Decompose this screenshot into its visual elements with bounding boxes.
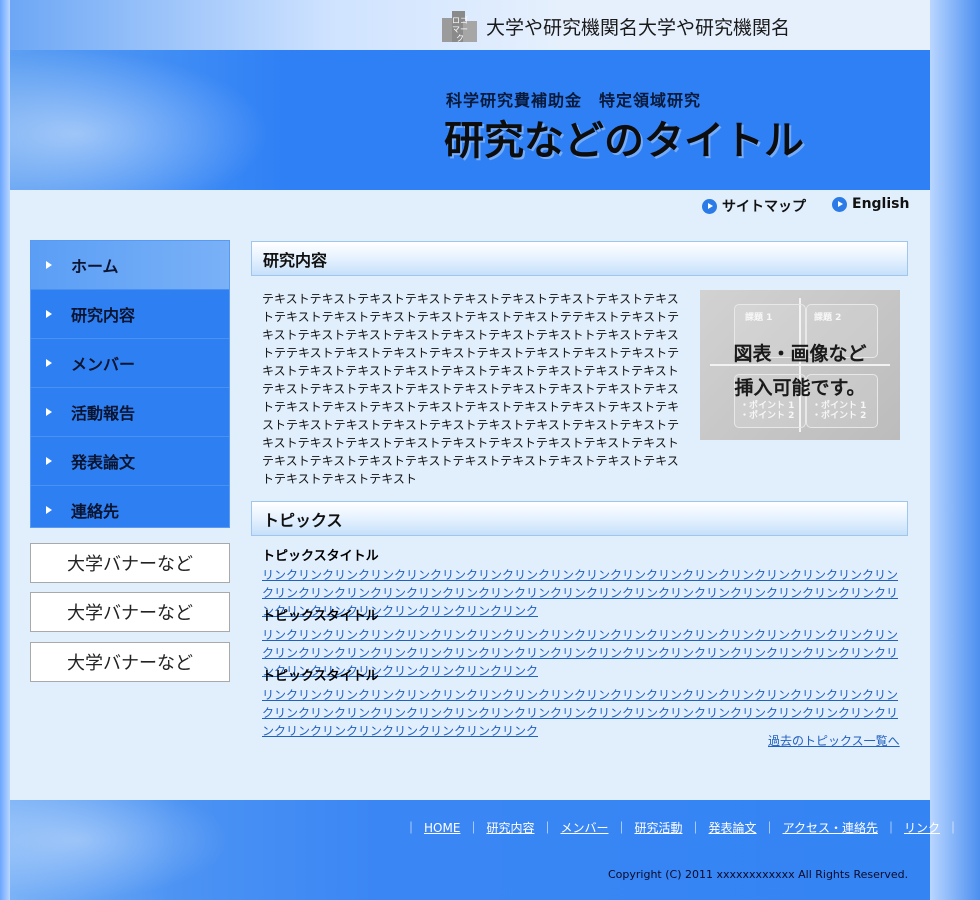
footer-separator: ｜ — [689, 821, 702, 835]
page: ロゴ マーク 大学や研究機関名大学や研究機関名 科学研究費補助金 特定領域研究 … — [10, 0, 959, 900]
sidebar-nav: ホーム 研究内容 メンバー 活動報告 発表論文 連絡先 — [30, 240, 230, 528]
topic-title: トピックスタイトル — [262, 669, 379, 684]
triangle-right-icon — [46, 359, 52, 367]
nav-item-research[interactable]: 研究内容 — [31, 290, 229, 339]
nav-item-papers[interactable]: 発表論文 — [31, 437, 229, 486]
footer-link-members[interactable]: メンバー — [560, 821, 608, 835]
footer-nav: ｜ HOME ｜ 研究内容 ｜ メンバー ｜ 研究活動 ｜ 発表論文 ｜ アクセス・連絡先 ｜ リンク ｜ — [398, 819, 966, 836]
footer-separator: ｜ — [763, 821, 776, 835]
footer-separator: ｜ — [947, 821, 960, 835]
nav-item-activities[interactable]: 活動報告 — [31, 388, 229, 437]
top-bar: ロゴ マーク 大学や研究機関名大学や研究機関名 — [10, 0, 930, 50]
nav-item-label: 発表論文 — [71, 453, 136, 472]
footer: ｜ HOME ｜研究内容｜メンバー｜研究活動｜発表論文｜アクセス・連絡先｜リンク｜ … — [10, 800, 959, 900]
figure-caption-line2: 挿入可能です。 — [734, 377, 866, 399]
footer-separator: ｜ — [405, 821, 418, 835]
triangle-right-icon — [46, 457, 52, 465]
footer-separator: ｜ — [467, 821, 480, 835]
topics-heading: トピックス — [251, 501, 908, 536]
nav-item-label: ホーム — [71, 257, 119, 276]
english-link[interactable]: English — [832, 196, 909, 212]
nav-item-contact[interactable]: 連絡先 — [31, 486, 229, 534]
copyright: Copyright (C) 2011 xxxxxxxxxxxx All Righ… — [608, 868, 909, 881]
footer-separator: ｜ — [541, 821, 554, 835]
topic-title: トピックスタイトル — [262, 549, 379, 564]
triangle-right-icon — [46, 310, 52, 318]
triangle-right-icon — [46, 408, 52, 416]
footer-separator: ｜ — [884, 821, 897, 835]
sitemap-link[interactable]: サイトマップ — [702, 196, 806, 216]
figure-box1-title: 課題 1 — [745, 313, 773, 323]
figure-point: ・ポイント 2 — [740, 411, 795, 421]
footer-link-access[interactable]: アクセス・連絡先 — [783, 821, 878, 835]
footer-link-papers[interactable]: 発表論文 — [709, 821, 757, 835]
nav-item-members[interactable]: メンバー — [31, 339, 229, 388]
footer-separator: ｜ — [615, 821, 628, 835]
university-banner[interactable]: 大学バナーなど — [30, 543, 230, 583]
institution-name: 大学や研究機関名大学や研究機関名 — [486, 17, 791, 39]
nav-item-label: メンバー — [71, 355, 136, 374]
logo-text: ロゴ マーク — [452, 16, 468, 43]
past-topics-link[interactable]: 過去のトピックス一覧へ — [768, 732, 900, 749]
circle-arrow-icon — [702, 198, 717, 214]
footer-link-home[interactable]: HOME — [424, 821, 460, 835]
university-banner[interactable]: 大学バナーなど — [30, 592, 230, 632]
research-body-text: テキストテキストテキストテキストテキストテキストテキストテキストテキストテキスト… — [262, 292, 680, 486]
nav-item-label: 活動報告 — [71, 404, 136, 423]
logo-icon: ロゴ マーク — [442, 11, 477, 43]
footer-link-links[interactable]: リンク — [904, 821, 940, 835]
english-label: English — [852, 196, 910, 212]
footer-link-research[interactable]: 研究内容 — [486, 821, 534, 835]
university-banner[interactable]: 大学バナーなど — [30, 642, 230, 682]
research-heading: 研究内容 — [251, 241, 908, 276]
utility-links: サイトマップ English — [702, 196, 912, 216]
topic-title: トピックスタイトル — [262, 609, 379, 624]
topic-entry: トピックスタイトル リンクリンクリンクリンクリンクリンクリンクリンクリンクリンク… — [262, 668, 902, 740]
sitemap-label: サイトマップ — [722, 199, 806, 215]
nav-item-label: 連絡先 — [71, 502, 120, 521]
page-title: 研究などのタイトル — [444, 118, 804, 164]
triangle-right-icon — [46, 261, 52, 269]
figure-box2-title: 課題 2 — [814, 313, 842, 323]
header-banner: 科学研究費補助金 特定領域研究 研究などのタイトル — [10, 50, 930, 190]
nav-item-home[interactable]: ホーム — [31, 241, 229, 290]
figure-point: ・ポイント 2 — [812, 411, 867, 421]
circle-arrow-icon — [832, 196, 847, 212]
triangle-right-icon — [46, 506, 52, 514]
nav-item-label: 研究内容 — [71, 306, 136, 325]
footer-link-activities[interactable]: 研究活動 — [635, 821, 683, 835]
placeholder-figure: 課題 1 課題 2 ・ポイント 1 ・ポイント 2 ・ポイント 1 ・ポイント … — [700, 290, 900, 440]
figure-caption-line1: 図表・画像など — [733, 343, 867, 365]
